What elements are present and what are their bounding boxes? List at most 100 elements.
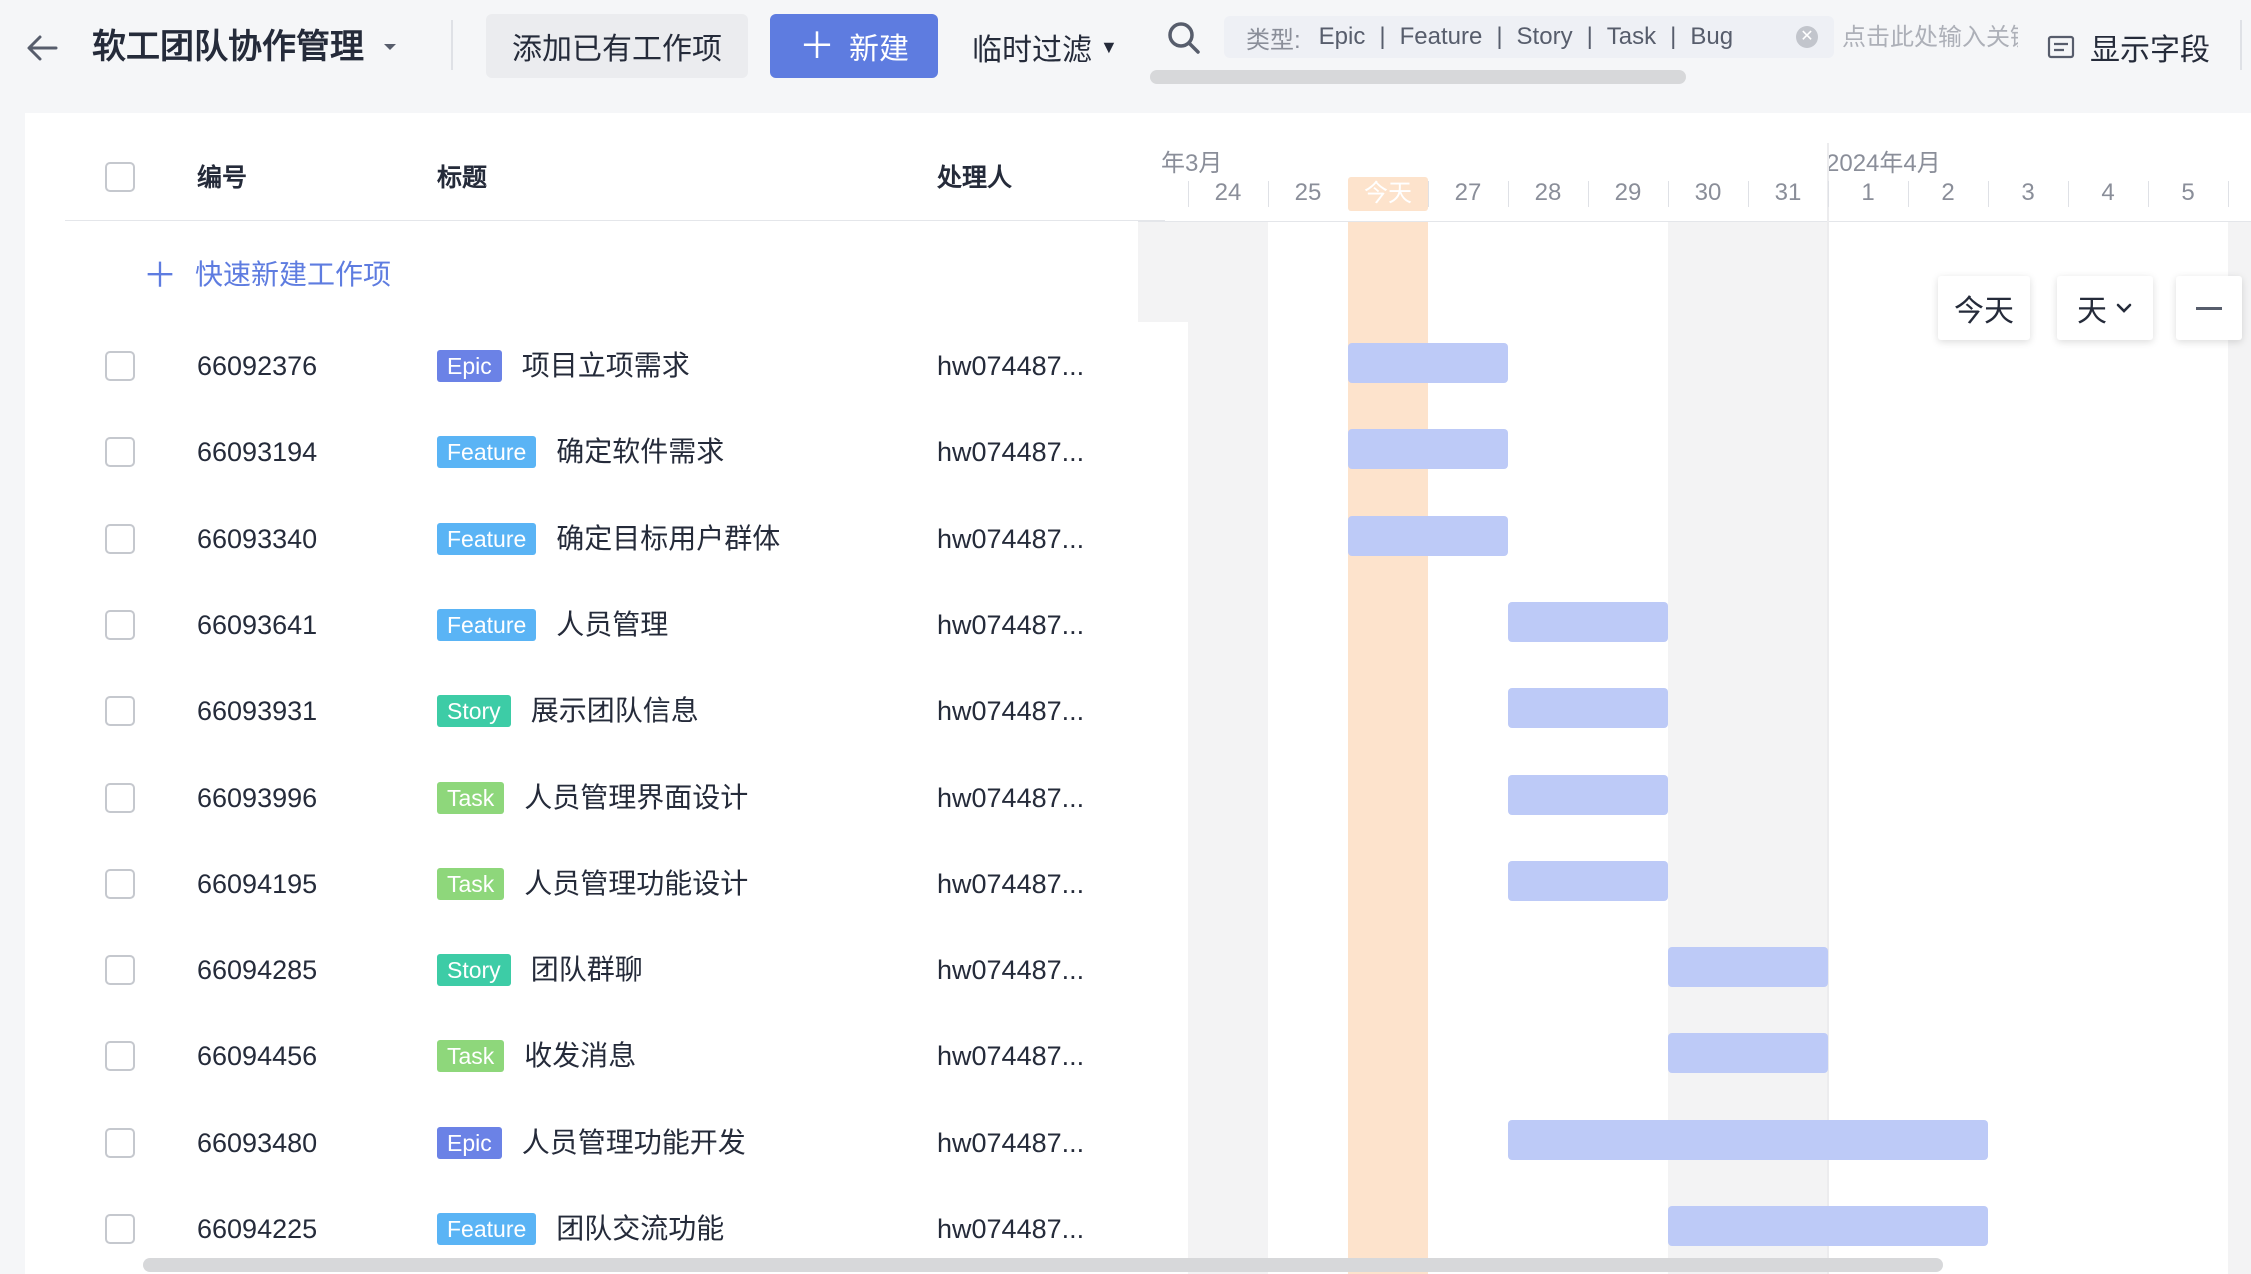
row-checkbox[interactable] (105, 1127, 135, 1158)
gantt-bar[interactable] (1508, 1119, 1988, 1160)
time-scale-dropdown[interactable]: 天 (2057, 276, 2153, 340)
display-fields-label: 显示字段 (2090, 34, 2210, 67)
search-icon[interactable] (1164, 18, 1204, 58)
day-label: 29 (1614, 179, 1642, 206)
column-header-title[interactable]: 标题 (437, 163, 487, 193)
row-checkbox[interactable] (105, 1214, 135, 1244)
workitem-title-link[interactable]: 人员管理 (556, 605, 668, 645)
new-workitem-button[interactable]: ＋ 新建 (770, 14, 938, 78)
quick-create-label: 快速新建工作项 (195, 258, 392, 290)
filter-scrollbar[interactable] (1150, 70, 1686, 84)
workitem-type-badge: Task (437, 867, 505, 900)
jump-today-button[interactable]: 今天 (1938, 276, 2030, 340)
display-fields-button[interactable]: 显示字段 (2046, 22, 2210, 72)
table-row[interactable]: 66093194 Feature 确定软件需求 hw074487... (25, 409, 1135, 495)
workitem-title-link[interactable]: 人员管理界面设计 (524, 778, 748, 818)
row-checkbox[interactable] (105, 782, 135, 813)
zoom-out-button[interactable] (2176, 276, 2242, 340)
column-header-assignee[interactable]: 处理人 (937, 163, 1012, 193)
back-arrow-icon[interactable] (22, 28, 62, 68)
gantt-bar[interactable] (1348, 343, 1508, 383)
gantt-bar[interactable] (1508, 860, 1668, 901)
filter-value-task: Task (1606, 23, 1657, 50)
gantt-bar[interactable] (1668, 1033, 1828, 1074)
weekend-column (2228, 222, 2251, 1274)
workitem-assignee: hw074487... (937, 351, 1085, 381)
day-label: 4 (2101, 179, 2115, 206)
add-existing-label: 添加已有工作项 (512, 33, 722, 66)
add-existing-workitem-button[interactable]: 添加已有工作项 (486, 14, 748, 78)
workitem-title-link[interactable]: 展示团队信息 (531, 691, 699, 731)
caret-down-icon: ▼ (1100, 36, 1118, 57)
row-checkbox[interactable] (105, 609, 135, 640)
temp-filter-label: 临时过滤 (972, 34, 1092, 67)
workitem-assignee: hw074487... (937, 1041, 1085, 1072)
workitem-title-link[interactable]: 收发消息 (524, 1036, 636, 1076)
table-row[interactable]: 66093340 Feature 确定目标用户群体 hw074487... (25, 496, 1135, 582)
workitem-title-link[interactable]: 确定软件需求 (556, 432, 724, 472)
temp-filter-dropdown[interactable]: 临时过滤 ▼ (972, 22, 1118, 72)
table-row[interactable]: 66093931 Story 展示团队信息 hw074487... (25, 668, 1135, 754)
workitem-assignee: hw074487... (937, 955, 1085, 986)
table-row[interactable]: 66093480 Epic 人员管理功能开发 hw074487... (25, 1100, 1135, 1186)
filter-chip-label: 类型: (1246, 26, 1301, 54)
table-row[interactable]: 66093641 Feature 人员管理 hw074487... (25, 582, 1135, 668)
table-row[interactable]: 66094285 Story 团队群聊 hw074487... (25, 927, 1135, 1013)
workitem-title-link[interactable]: 人员管理功能开发 (522, 1123, 746, 1163)
day-label: 1 (1861, 179, 1875, 206)
workitem-type-badge: Epic (437, 1126, 502, 1159)
toolbar-divider (451, 20, 453, 70)
filter-value-bug: Bug (1690, 23, 1734, 50)
row-checkbox[interactable] (105, 351, 135, 381)
day-label: 30 (1694, 179, 1722, 206)
quick-create-workitem-link[interactable]: ＋ 快速新建工作项 (143, 248, 391, 297)
workitem-title-link[interactable]: 项目立项需求 (522, 346, 690, 386)
horizontal-scrollbar[interactable] (143, 1258, 1943, 1272)
gantt-bar[interactable] (1508, 774, 1668, 815)
row-checkbox[interactable] (105, 696, 135, 727)
gantt-bar[interactable] (1508, 601, 1668, 642)
workitem-title-link[interactable]: 团队交流功能 (556, 1209, 724, 1249)
table-row[interactable]: 66094195 Task 人员管理功能设计 hw074487... (25, 841, 1135, 927)
clear-filter-icon[interactable]: ✕ (1796, 26, 1818, 48)
weekend-column (1188, 222, 1268, 1274)
day-label: 27 (1454, 179, 1482, 206)
workitem-title-cell: Epic 人员管理功能开发 (437, 1123, 746, 1163)
type-filter-chip[interactable]: 类型: Epic | Feature | Story | Task | Bug (1224, 16, 1834, 58)
chevron-down-icon (2116, 303, 2132, 313)
workitem-title-cell: Task 人员管理界面设计 (437, 778, 748, 818)
workitem-type-badge: Story (437, 695, 511, 728)
day-label: 5 (2181, 179, 2195, 206)
project-dropdown-icon[interactable] (378, 38, 402, 56)
weekend-column (1748, 222, 1828, 1274)
row-checkbox[interactable] (105, 868, 135, 899)
day-label: 3 (2021, 179, 2035, 206)
keyword-search-input[interactable] (1842, 18, 2018, 58)
table-row[interactable]: 66094456 Task 收发消息 hw074487... (25, 1013, 1135, 1099)
row-checkbox[interactable] (105, 523, 135, 554)
workitem-id: 66094456 (197, 1041, 318, 1072)
table-row[interactable]: 66092376 Epic 项目立项需求 hw074487... (25, 323, 1135, 409)
workitem-title-link[interactable]: 人员管理功能设计 (524, 864, 748, 904)
day-label: 6 (2228, 179, 2251, 207)
row-checkbox[interactable] (105, 437, 135, 468)
workitem-title-link[interactable]: 确定目标用户群体 (556, 519, 780, 559)
workitem-type-badge: Feature (437, 522, 537, 555)
time-scale-label: 天 (2077, 295, 2107, 328)
workitem-id: 66094195 (197, 868, 318, 899)
gantt-bar[interactable] (1508, 688, 1668, 729)
gantt-bar[interactable] (1668, 947, 1828, 988)
select-all-checkbox[interactable] (105, 162, 135, 192)
plus-icon: ＋ (798, 25, 835, 66)
gantt-bar[interactable] (1348, 429, 1508, 470)
gantt-bar[interactable] (1668, 1206, 1988, 1246)
workitem-id: 66093480 (197, 1127, 318, 1158)
workitem-title-link[interactable]: 团队群聊 (531, 950, 643, 990)
gantt-bar[interactable] (1348, 515, 1508, 556)
row-checkbox[interactable] (105, 1041, 135, 1072)
day-label: 25 (1294, 179, 1322, 206)
workitem-assignee: hw074487... (937, 523, 1085, 554)
column-header-id[interactable]: 编号 (197, 163, 247, 193)
row-checkbox[interactable] (105, 955, 135, 986)
table-row[interactable]: 66093996 Task 人员管理界面设计 hw074487... (25, 755, 1135, 841)
